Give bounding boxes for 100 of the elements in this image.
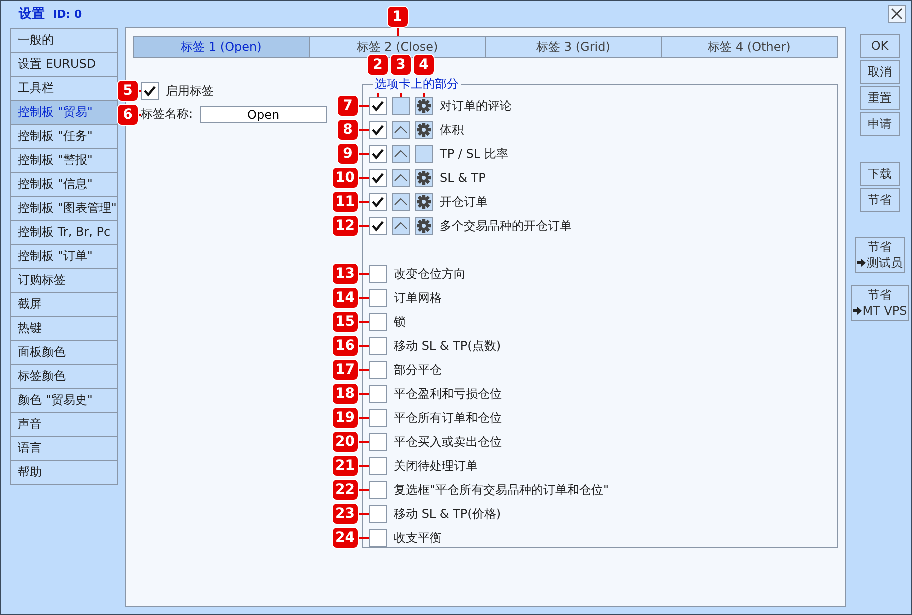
section-label: 复选框"平仓所有交易品种的订单和仓位" bbox=[394, 482, 610, 498]
move-up-button[interactable] bbox=[392, 217, 410, 235]
section-label: 平仓买入或卖出仓位 bbox=[394, 434, 502, 450]
section-label: 平仓盈利和亏损仓位 bbox=[394, 386, 502, 402]
section-label: 移动 SL & TP(价格) bbox=[394, 506, 502, 522]
settings-button[interactable] bbox=[415, 169, 433, 187]
window-title: 设置 bbox=[19, 6, 45, 23]
section-label: SL & TP bbox=[440, 171, 486, 185]
checkbox[interactable] bbox=[369, 145, 387, 163]
sidebar-item[interactable]: 控制板 "信息" bbox=[10, 172, 118, 197]
action-button[interactable]: 重置 bbox=[860, 86, 900, 110]
checkbox[interactable] bbox=[141, 82, 159, 100]
checkbox[interactable] bbox=[369, 265, 387, 283]
caret-up-icon bbox=[394, 197, 408, 207]
section-label: 体积 bbox=[440, 122, 464, 138]
sidebar-item[interactable]: 热键 bbox=[10, 316, 118, 341]
sidebar-item[interactable]: 声音 bbox=[10, 412, 118, 437]
callout-badge: 16 bbox=[332, 335, 359, 357]
arrow-right-icon bbox=[857, 259, 866, 267]
checkbox[interactable] bbox=[369, 337, 387, 355]
sidebar-item[interactable]: 控制板 "订单" bbox=[10, 244, 118, 269]
action-button[interactable]: 节省 bbox=[860, 188, 900, 212]
checkbox[interactable] bbox=[369, 313, 387, 331]
callout-badge: 4 bbox=[413, 54, 435, 76]
settings-icon bbox=[417, 99, 431, 113]
checkbox[interactable] bbox=[369, 385, 387, 403]
callout-badge: 10 bbox=[332, 167, 359, 189]
action-button[interactable]: OK bbox=[860, 34, 900, 58]
checkbox[interactable] bbox=[369, 121, 387, 139]
action-button[interactable]: 取消 bbox=[860, 60, 900, 84]
move-up-button[interactable] bbox=[392, 97, 410, 115]
checkmark-icon bbox=[371, 219, 385, 233]
sidebar-item[interactable]: 控制板 "图表管理" bbox=[10, 196, 118, 221]
sidebar-item[interactable]: 一般的 bbox=[10, 28, 118, 53]
checkbox[interactable] bbox=[369, 169, 387, 187]
checkbox[interactable] bbox=[369, 457, 387, 475]
tab-name-field[interactable]: Open bbox=[200, 106, 328, 123]
sidebar-item[interactable]: 设置 EURUSD bbox=[10, 52, 118, 77]
action-button[interactable]: 节省 MT VPS bbox=[850, 285, 910, 321]
callout-badge: 24 bbox=[332, 527, 359, 549]
settings-button[interactable] bbox=[415, 121, 433, 139]
checkbox-label: 启用标签 bbox=[166, 82, 214, 100]
tab[interactable]: 标签 3 (Grid) bbox=[485, 37, 661, 57]
callout-badge: 12 bbox=[332, 215, 359, 237]
checkbox[interactable] bbox=[369, 193, 387, 211]
section-label: 锁 bbox=[394, 314, 406, 330]
sidebar-item[interactable]: 订购标签 bbox=[10, 268, 118, 293]
sidebar-item[interactable]: 帮助 bbox=[10, 460, 118, 485]
callout-badge: 13 bbox=[332, 263, 359, 285]
checkbox[interactable] bbox=[369, 97, 387, 115]
move-up-button[interactable] bbox=[392, 145, 410, 163]
callout-badge: 8 bbox=[337, 119, 359, 141]
callout-badge: 14 bbox=[332, 287, 359, 309]
sidebar-item[interactable]: 工具栏 bbox=[10, 76, 118, 101]
action-button[interactable]: 下载 bbox=[860, 162, 900, 186]
checkbox[interactable] bbox=[369, 529, 387, 547]
action-button[interactable]: 节省 测试员 bbox=[855, 237, 905, 273]
settings-button[interactable] bbox=[415, 97, 433, 115]
section-label: 关闭待处理订单 bbox=[394, 458, 478, 474]
tab[interactable]: 标签 1 (Open) bbox=[134, 37, 309, 57]
section-label: 平仓所有订单和仓位 bbox=[394, 410, 502, 426]
sidebar-item[interactable]: 面板颜色 bbox=[10, 340, 118, 365]
section-label: 多个交易品种的开仓订单 bbox=[440, 218, 572, 234]
checkbox[interactable] bbox=[369, 217, 387, 235]
tab[interactable]: 标签 4 (Other) bbox=[661, 37, 837, 57]
checkmark-icon bbox=[143, 84, 157, 98]
sidebar-item[interactable]: 控制板 Tr, Br, Pc bbox=[10, 220, 118, 245]
section-label: 对订单的评论 bbox=[440, 98, 512, 114]
move-up-button[interactable] bbox=[392, 121, 410, 139]
checkbox[interactable] bbox=[369, 433, 387, 451]
sidebar-item[interactable]: 控制板 "贸易" bbox=[10, 100, 118, 125]
checkbox[interactable] bbox=[369, 481, 387, 499]
callout-badge: 3 bbox=[390, 54, 412, 76]
callout-badge: 6 bbox=[117, 104, 139, 126]
caret-up-icon bbox=[394, 221, 408, 231]
sidebar-item[interactable]: 截屏 bbox=[10, 292, 118, 317]
checkmark-icon bbox=[371, 123, 385, 137]
sidebar-item[interactable]: 颜色 "贸易史" bbox=[10, 388, 118, 413]
checkbox[interactable] bbox=[369, 289, 387, 307]
close-button[interactable] bbox=[888, 5, 906, 23]
move-up-button[interactable] bbox=[392, 193, 410, 211]
sidebar-item[interactable]: 控制板 "任务" bbox=[10, 124, 118, 149]
section-label: TP / SL 比率 bbox=[440, 146, 508, 162]
callout-badge: 15 bbox=[332, 311, 359, 333]
checkmark-icon bbox=[371, 147, 385, 161]
callout-badge: 21 bbox=[332, 455, 359, 477]
move-up-button[interactable] bbox=[392, 169, 410, 187]
settings-button[interactable] bbox=[415, 217, 433, 235]
sidebar-item[interactable]: 控制板 "警报" bbox=[10, 148, 118, 173]
checkmark-icon bbox=[371, 99, 385, 113]
section-label: 开仓订单 bbox=[440, 194, 488, 210]
checkbox[interactable] bbox=[369, 505, 387, 523]
checkbox[interactable] bbox=[369, 361, 387, 379]
action-button[interactable]: 申请 bbox=[860, 112, 900, 136]
checkbox[interactable] bbox=[369, 409, 387, 427]
settings-button[interactable] bbox=[415, 193, 433, 211]
sidebar-item[interactable]: 标签颜色 bbox=[10, 364, 118, 389]
sidebar-item[interactable]: 语言 bbox=[10, 436, 118, 461]
section-label: 部分平仓 bbox=[394, 362, 442, 378]
caret-up-icon bbox=[394, 173, 408, 183]
